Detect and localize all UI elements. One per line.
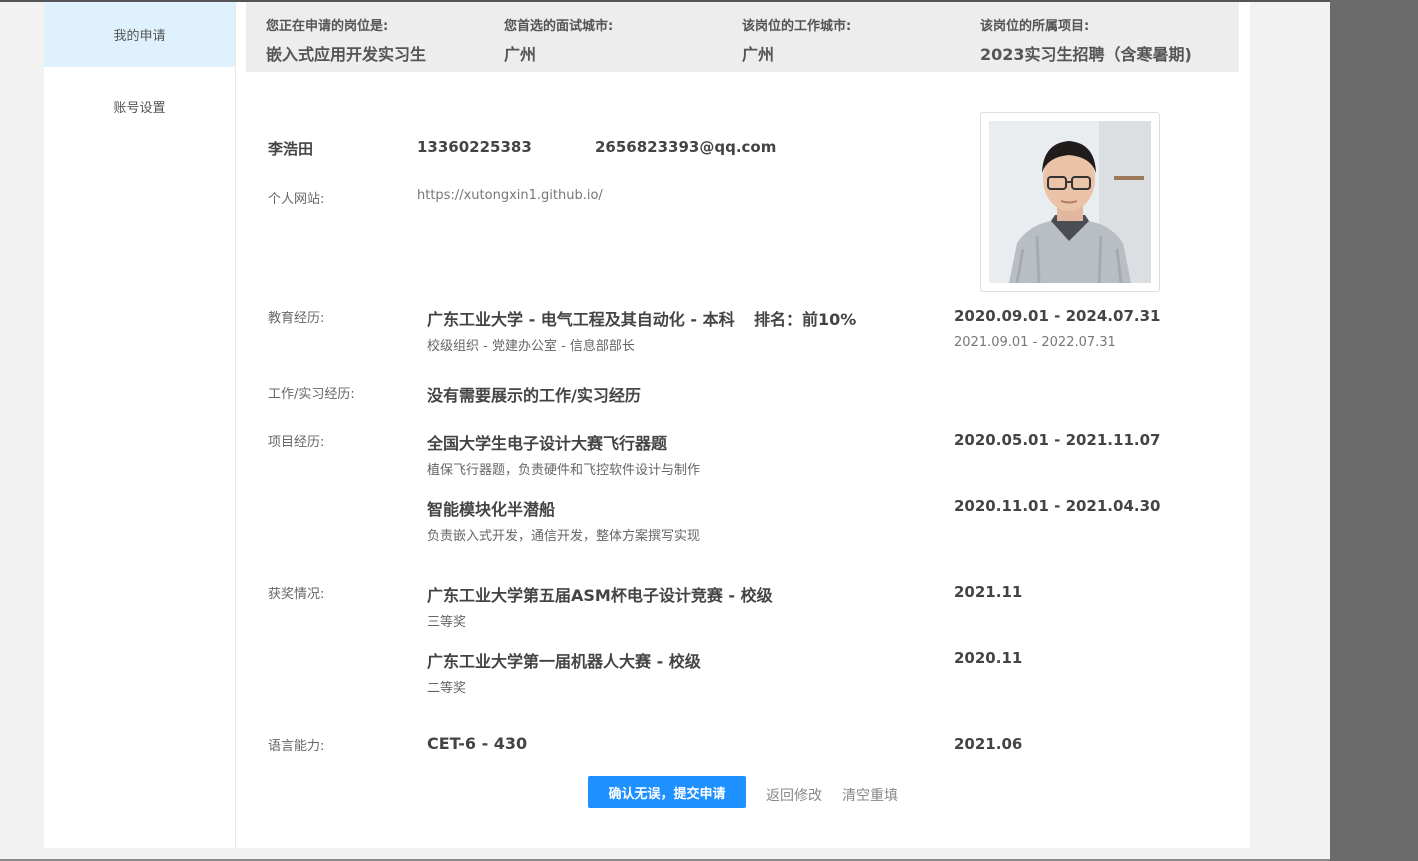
award-desc: 二等奖 bbox=[427, 681, 467, 696]
projects-label: 项目经历: bbox=[268, 435, 325, 450]
project-title: 全国大学生电子设计大赛飞行器题 bbox=[427, 434, 668, 453]
sidebar: 我的申请 账号设置 bbox=[44, 2, 236, 848]
work-city-label: 该岗位的工作城市: bbox=[742, 19, 852, 34]
language-value: CET-6 - 430 bbox=[427, 734, 528, 753]
position-label: 您正在申请的岗位是: bbox=[266, 19, 389, 34]
education-school: 广东工业大学 - 电气工程及其自动化 - 本科 bbox=[427, 310, 735, 329]
project-value: 2023实习生招聘（含寒暑期) bbox=[980, 45, 1192, 64]
education-org: 校级组织 - 党建办公室 - 信息部部长 bbox=[427, 339, 635, 354]
avatar-frame bbox=[980, 112, 1160, 292]
interview-city-info: 您首选的面试城市: 广州 bbox=[504, 15, 613, 65]
applicant-name: 李浩田 bbox=[268, 140, 314, 158]
work-value: 没有需要展示的工作/实习经历 bbox=[427, 386, 641, 405]
education-org-date: 2021.09.01 - 2022.07.31 bbox=[954, 335, 1116, 350]
award-desc: 三等奖 bbox=[427, 615, 467, 630]
applicant-phone: 13360225383 bbox=[417, 138, 532, 156]
website-link[interactable]: https://xutongxin1.github.io/ bbox=[417, 188, 603, 203]
education-rank: 排名：前10% bbox=[754, 310, 857, 329]
main-panel: 我的申请 账号设置 您正在申请的岗位是: 嵌入式应用开发实习生 您首选的面试城市… bbox=[44, 2, 1250, 848]
interview-city-value: 广州 bbox=[504, 45, 537, 64]
applicant-email: 2656823393@qq.com bbox=[595, 138, 777, 156]
sidebar-item-label: 我的申请 bbox=[113, 29, 166, 44]
avatar-photo bbox=[989, 121, 1151, 283]
right-gutter bbox=[1330, 0, 1418, 861]
website-label: 个人网站: bbox=[268, 192, 325, 207]
project-info: 该岗位的所属项目: 2023实习生招聘（含寒暑期) bbox=[980, 15, 1192, 65]
work-city-value: 广州 bbox=[742, 45, 775, 64]
award-date: 2021.11 bbox=[954, 583, 1023, 601]
project-title: 智能模块化半潜船 bbox=[427, 500, 556, 519]
sidebar-item-account-settings[interactable]: 账号设置 bbox=[44, 67, 235, 145]
project-date: 2020.05.01 - 2021.11.07 bbox=[954, 431, 1161, 449]
language-label: 语言能力: bbox=[268, 739, 325, 754]
sidebar-item-my-applications[interactable]: 我的申请 bbox=[44, 2, 235, 67]
project-date: 2020.11.01 - 2021.04.30 bbox=[954, 497, 1161, 515]
award-title: 广东工业大学第五届ASM杯电子设计竞赛 - 校级 bbox=[427, 586, 773, 605]
interview-city-label: 您首选的面试城市: bbox=[504, 19, 614, 34]
work-city-info: 该岗位的工作城市: 广州 bbox=[742, 15, 851, 65]
education-label: 教育经历: bbox=[268, 311, 325, 326]
job-info-bar: 您正在申请的岗位是: 嵌入式应用开发实习生 您首选的面试城市: 广州 该岗位的工… bbox=[246, 2, 1239, 72]
language-date: 2021.06 bbox=[954, 735, 1023, 753]
back-edit-button[interactable]: 返回修改 bbox=[766, 785, 822, 805]
award-title: 广东工业大学第一届机器人大赛 - 校级 bbox=[427, 652, 701, 671]
position-info: 您正在申请的岗位是: 嵌入式应用开发实习生 bbox=[266, 15, 426, 65]
position-value: 嵌入式应用开发实习生 bbox=[266, 45, 427, 64]
clear-reset-button[interactable]: 清空重填 bbox=[842, 785, 898, 805]
project-label: 该岗位的所属项目: bbox=[980, 19, 1090, 34]
sidebar-item-label: 账号设置 bbox=[113, 100, 166, 116]
submit-application-button[interactable]: 确认无误，提交申请 bbox=[588, 776, 746, 808]
award-date: 2020.11 bbox=[954, 649, 1023, 667]
project-desc: 植保飞行器题，负责硬件和飞控软件设计与制作 bbox=[427, 463, 701, 478]
work-label: 工作/实习经历: bbox=[268, 387, 355, 402]
avatar bbox=[989, 121, 1151, 283]
education-date: 2020.09.01 - 2024.07.31 bbox=[954, 307, 1161, 325]
awards-label: 获奖情况: bbox=[268, 587, 325, 602]
project-desc: 负责嵌入式开发，通信开发，整体方案撰写实现 bbox=[427, 529, 701, 544]
